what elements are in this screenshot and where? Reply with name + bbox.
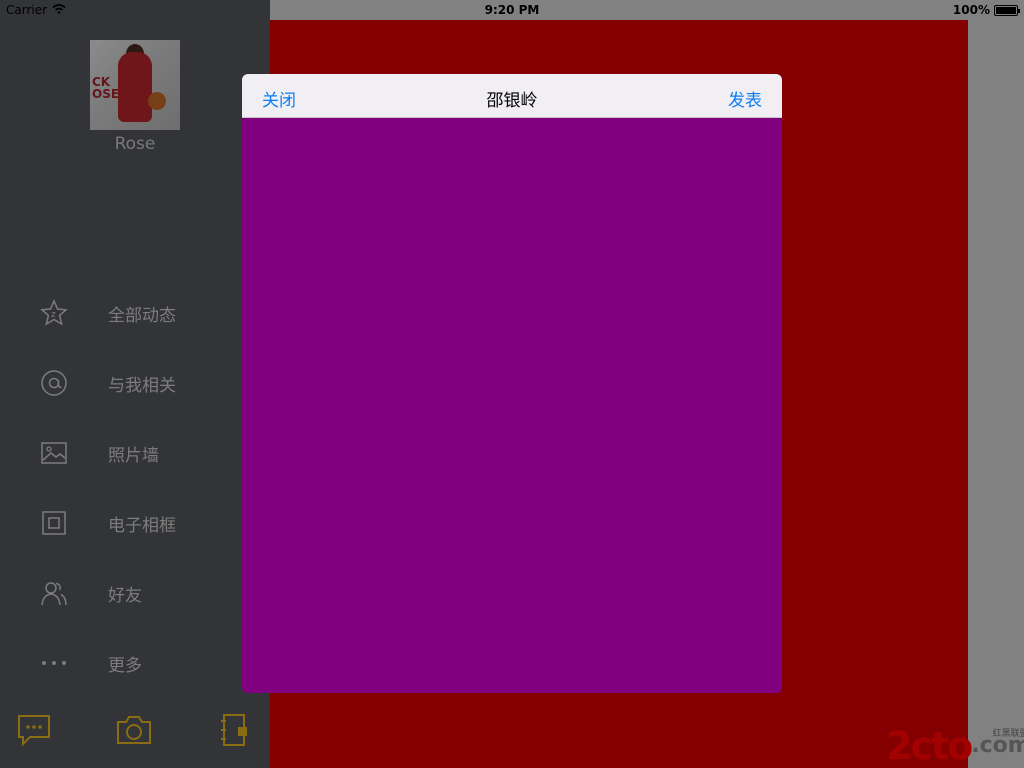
battery-icon — [994, 4, 1020, 16]
status-time: 9:20 PM — [484, 3, 540, 17]
compose-modal: 关闭 邵银岭 发表 — [242, 74, 782, 693]
battery-indicator: 100% — [952, 3, 1020, 17]
modal-title: 邵银岭 — [486, 91, 538, 111]
status-bar: Carrier 9:20 PM 100% — [0, 0, 1024, 20]
publish-button[interactable]: 发表 — [728, 86, 762, 111]
modal-navigation-bar: 关闭 邵银岭 发表 — [242, 74, 782, 118]
watermark-brand: 2cto — [886, 724, 973, 768]
watermark-subtitle: 红黑联盟 — [992, 729, 1024, 739]
watermark-logo: 2cto .com 红黑联盟 — [886, 720, 1024, 766]
modal-content-area[interactable] — [242, 118, 782, 693]
battery-percent: 100% — [952, 3, 990, 17]
